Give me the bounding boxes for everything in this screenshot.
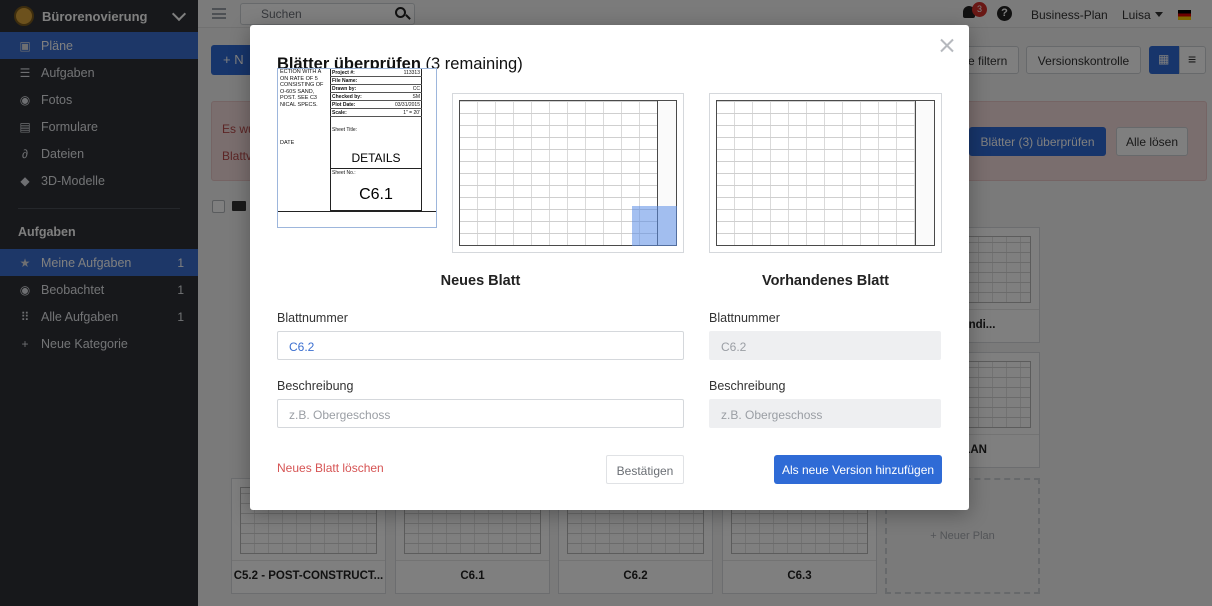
new-description-label: Beschreibung <box>277 379 354 393</box>
sheet-number-value: C6.1 <box>359 186 393 203</box>
title-block-row: Plot Date: 03/31/2015 <box>330 102 422 109</box>
title-block-bottom-line <box>278 211 436 212</box>
confirm-button[interactable]: Bestätigen <box>606 455 684 484</box>
new-description-input[interactable]: z.B. Obergeschoss <box>277 399 684 428</box>
title-block-row: File Name: <box>330 77 422 85</box>
note-line: NICAL SPECS. <box>280 101 318 108</box>
existing-description-label: Beschreibung <box>709 379 786 393</box>
sheet-number-label: Sheet No.: <box>332 170 356 176</box>
note-line: CONSISTING OF <box>280 82 324 88</box>
new-sheet-full-preview[interactable] <box>452 93 684 253</box>
new-sheet-detail-preview[interactable]: ECTION WITH A ON RATE OF 5 CONSISTING OF… <box>277 68 437 228</box>
date-label: DATE <box>280 140 295 146</box>
existing-sheet-heading: Vorhandenes Blatt <box>761 273 890 289</box>
title-block-highlight <box>632 206 677 246</box>
close-icon[interactable] <box>938 37 956 55</box>
title-block-row: Scale: 1" = 20' <box>330 110 422 117</box>
title-block-row: Project #: 113313 <box>330 70 422 77</box>
add-as-new-version-button[interactable]: Als neue Version hinzufügen <box>774 455 942 484</box>
delete-new-sheet-link[interactable]: Neues Blatt löschen <box>277 461 384 475</box>
existing-sheet-preview[interactable] <box>709 93 942 253</box>
new-sheet-number-input[interactable]: C6.2 <box>277 331 684 360</box>
title-block-divider <box>330 168 422 169</box>
sheet-drawing <box>716 100 935 246</box>
title-block-row: Drawn by: CC <box>330 86 422 93</box>
existing-sheet-number-field: C6.2 <box>709 331 941 360</box>
title-block-row: Checked by: SM <box>330 94 422 101</box>
new-sheet-number-label: Blattnummer <box>277 311 348 325</box>
existing-sheet-number-label: Blattnummer <box>709 311 780 325</box>
detail-notes: ECTION WITH A ON RATE OF 5 CONSISTING OF… <box>280 69 330 108</box>
new-sheet-heading: Neues Blatt <box>440 273 521 289</box>
sheet-title-label: Sheet Title: <box>332 127 358 133</box>
sheet-title-value: DETAILS <box>351 151 401 165</box>
existing-description-field: z.B. Obergeschoss <box>709 399 941 428</box>
